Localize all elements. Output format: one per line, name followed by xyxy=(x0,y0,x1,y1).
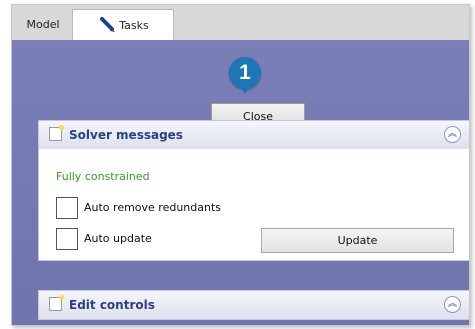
pencil-icon xyxy=(100,17,115,32)
step-badge-pointer xyxy=(239,86,251,94)
edit-controls-section: Edit controls ︽ xyxy=(38,290,469,320)
tasks-panel: 1 Close Solver messages ︽ Fully constrai… xyxy=(12,40,469,325)
tab-model[interactable]: Model xyxy=(18,9,68,40)
edit-controls-title: Edit controls xyxy=(69,298,155,312)
constraint-status: Fully constrained xyxy=(56,170,150,183)
collapse-edit-controls-button[interactable]: ︽ xyxy=(444,296,461,313)
collapse-solver-messages-button[interactable]: ︽ xyxy=(444,126,461,143)
auto-update-checkbox[interactable] xyxy=(56,228,78,250)
solver-messages-title: Solver messages xyxy=(69,128,183,142)
auto-remove-redundants-checkbox[interactable] xyxy=(56,197,78,219)
solver-messages-header[interactable]: Solver messages ︽ xyxy=(39,121,469,149)
task-window: Model Tasks 1 Close Solver messages ︽ Fu… xyxy=(11,4,470,326)
update-button[interactable]: Update xyxy=(261,228,454,253)
tab-tasks-label: Tasks xyxy=(119,18,149,32)
tab-model-label: Model xyxy=(26,18,60,31)
double-chevron-up-icon: ︽ xyxy=(447,299,457,309)
solver-messages-body: Fully constrained Auto remove redundants… xyxy=(39,149,469,260)
tab-tasks[interactable]: Tasks xyxy=(72,9,174,40)
step-badge: 1 xyxy=(229,57,261,89)
auto-update-label: Auto update xyxy=(84,232,152,245)
solver-messages-section: Solver messages ︽ Fully constrained Auto… xyxy=(38,120,469,261)
note-icon xyxy=(49,295,64,311)
edit-controls-header[interactable]: Edit controls ︽ xyxy=(39,291,469,319)
auto-remove-redundants-label: Auto remove redundants xyxy=(84,201,222,214)
note-icon xyxy=(49,125,64,141)
double-chevron-up-icon: ︽ xyxy=(447,129,457,139)
tab-bar: Model Tasks xyxy=(12,5,469,40)
